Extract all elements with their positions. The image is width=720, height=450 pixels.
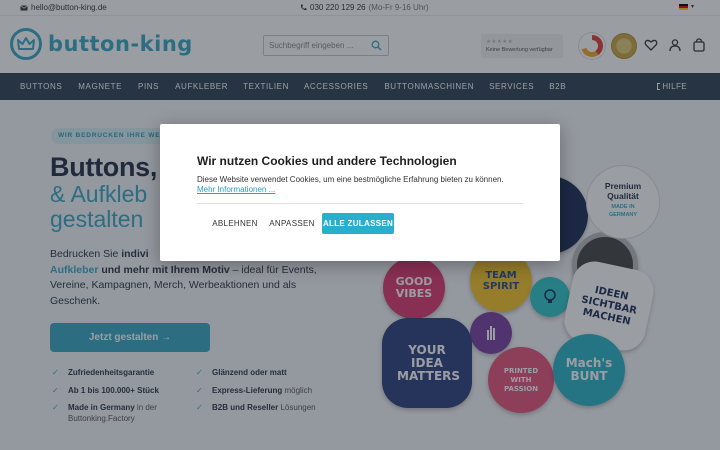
- more-info-link[interactable]: Mehr Informationen ...: [197, 185, 275, 194]
- customize-button[interactable]: ANPASSEN: [267, 213, 317, 234]
- divider: [197, 203, 523, 204]
- cookie-body-text: Diese Website verwendet Cookies, um eine…: [197, 175, 504, 184]
- cookie-dialog-text: Diese Website verwendet Cookies, um eine…: [197, 175, 522, 194]
- decline-button[interactable]: ABLEHNEN: [209, 213, 261, 234]
- accept-all-button[interactable]: ALLE ZULASSEN: [322, 213, 394, 234]
- cookie-dialog-title: Wir nutzen Cookies und andere Technologi…: [197, 154, 457, 168]
- cookie-consent-dialog: Wir nutzen Cookies und andere Technologi…: [160, 124, 560, 261]
